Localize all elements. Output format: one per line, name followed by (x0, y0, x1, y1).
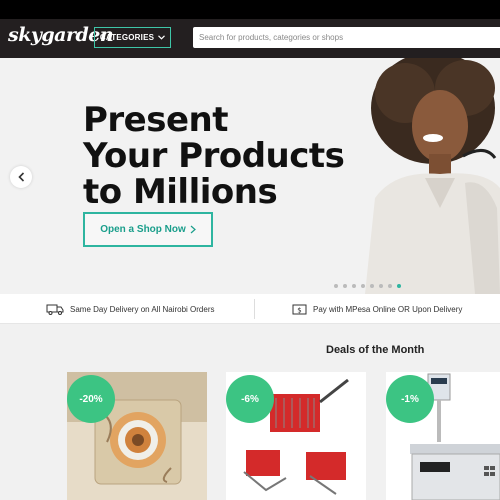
chevron-down-icon (158, 35, 166, 40)
usp-delivery-text: Same Day Delivery on All Nairobi Orders (70, 305, 215, 314)
carousel-dots (334, 284, 401, 288)
hero-banner: Present Your Products to Millions Open a… (0, 58, 500, 294)
hero-woman-image (345, 58, 500, 294)
hero-title-line-2: Your Products (83, 136, 345, 176)
carousel-dot-active[interactable] (397, 284, 401, 288)
delivery-truck-icon (46, 304, 64, 315)
hero-title: Present Your Products to Millions (83, 102, 363, 210)
svg-text:$: $ (297, 306, 301, 314)
carousel-dot[interactable] (352, 284, 356, 288)
deals-section-title: Deals of the Month (326, 344, 425, 356)
hero-title-line-1: Present (83, 100, 229, 140)
usp-bar: Same Day Delivery on All Nairobi Orders … (0, 294, 500, 324)
site-header: skygarden CATEGORIES (0, 0, 500, 58)
discount-badge: -6% (226, 375, 274, 423)
usp-payment: $ Pay with MPesa Online OR Upon Delivery (292, 304, 462, 315)
search-input[interactable] (199, 33, 500, 42)
categories-label: CATEGORIES (99, 33, 155, 42)
usp-delivery: Same Day Delivery on All Nairobi Orders (46, 304, 215, 315)
deal-card[interactable]: -20% (67, 372, 207, 500)
carousel-dot[interactable] (343, 284, 347, 288)
categories-button[interactable]: CATEGORIES (94, 27, 171, 48)
carousel-dot[interactable] (388, 284, 392, 288)
chevron-right-icon (190, 225, 196, 234)
carousel-dot[interactable] (370, 284, 374, 288)
discount-badge: -20% (67, 375, 115, 423)
chevron-left-icon (17, 172, 24, 182)
carousel-prev-button[interactable] (10, 166, 32, 188)
deal-card[interactable]: -6% (226, 372, 366, 500)
cash-payment-icon: $ (292, 304, 307, 315)
open-shop-button[interactable]: Open a Shop Now (83, 212, 213, 247)
carousel-dot[interactable] (361, 284, 365, 288)
deal-card[interactable]: -1% (386, 372, 500, 500)
hero-title-line-3: to Millions (83, 172, 278, 212)
carousel-dot[interactable] (379, 284, 383, 288)
usp-payment-text: Pay with MPesa Online OR Upon Delivery (313, 305, 463, 314)
usp-divider (254, 299, 255, 319)
discount-badge: -1% (386, 375, 434, 423)
carousel-dot[interactable] (334, 284, 338, 288)
open-shop-label: Open a Shop Now (100, 224, 186, 235)
search-box[interactable] (193, 27, 500, 48)
